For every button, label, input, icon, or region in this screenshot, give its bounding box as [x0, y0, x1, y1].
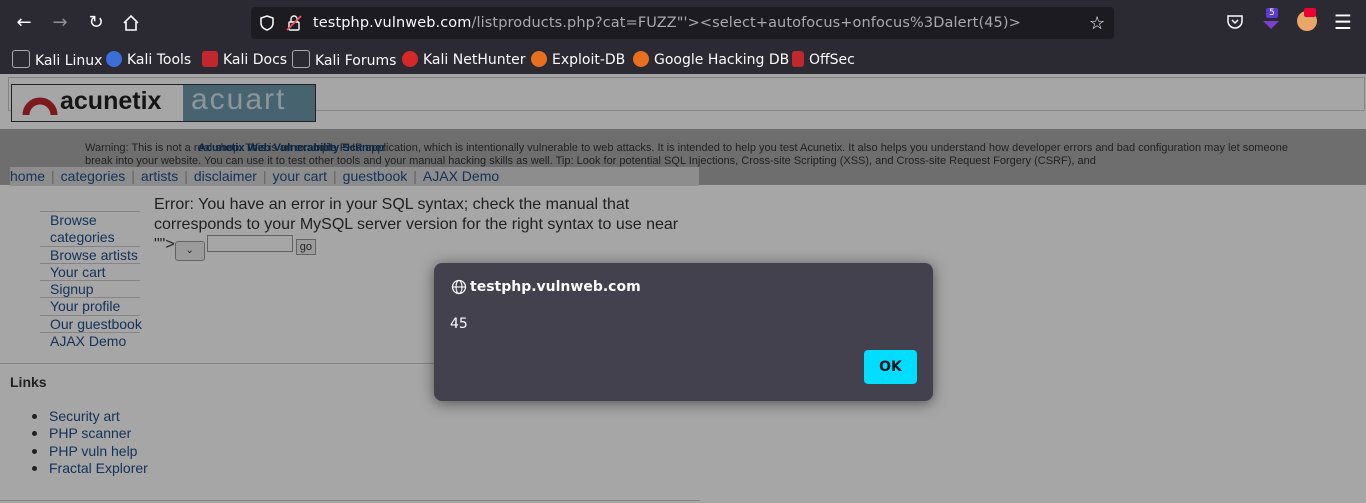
ok-button[interactable]: OK	[864, 350, 917, 384]
nethunter-icon	[402, 51, 418, 67]
bookmark-exploit-db[interactable]: Exploit-DB	[531, 50, 625, 70]
kali-dragon-icon	[12, 50, 30, 68]
browser-toolbar: ← → ↻ testphp.vulnweb.com/listproducts.p…	[0, 0, 1366, 46]
forward-arrow-icon[interactable]: →	[47, 10, 73, 36]
bookmarks-bar: Kali Linux Kali Tools Kali Docs Kali For…	[0, 46, 1366, 74]
offsec-icon	[792, 51, 804, 67]
globe-icon	[451, 279, 467, 295]
reload-icon[interactable]: ↻	[83, 10, 109, 36]
url-host: testphp.vulnweb.com	[313, 15, 472, 31]
url-text[interactable]: testphp.vulnweb.com/listproducts.php?cat…	[313, 7, 1021, 39]
kali-docs-icon	[202, 51, 218, 67]
bookmark-label: Kali Docs	[223, 52, 288, 68]
extension-download-icon[interactable]: 5	[1260, 8, 1282, 34]
bookmark-star-icon[interactable]: ☆	[1089, 13, 1105, 34]
bookmark-kali-nethunter[interactable]: Kali NetHunter	[402, 50, 525, 70]
url-path: /listproducts.php?cat=FUZZ"'><select+aut…	[471, 15, 1021, 31]
dialog-message: 45	[450, 316, 468, 332]
bookmark-kali-linux[interactable]: Kali Linux	[12, 50, 102, 70]
bookmark-kali-forums[interactable]: Kali Forums	[292, 50, 396, 70]
shield-icon[interactable]	[258, 14, 276, 36]
bookmark-label: Kali Linux	[35, 53, 103, 69]
exploit-db-icon	[531, 51, 547, 67]
bookmark-label: OffSec	[809, 52, 855, 68]
extension-red-badge	[1304, 8, 1316, 17]
ghdb-icon	[633, 51, 649, 67]
menu-hamburger-icon[interactable]: ☰	[1334, 10, 1352, 34]
kali-forums-icon	[292, 50, 310, 68]
bookmark-label: Kali Tools	[127, 52, 192, 68]
back-arrow-icon[interactable]: ←	[11, 10, 37, 36]
bookmark-google-hacking-db[interactable]: Google Hacking DB	[633, 50, 789, 70]
bookmark-offsec[interactable]: OffSec	[792, 50, 855, 70]
bookmark-label: Kali Forums	[315, 53, 397, 69]
url-bar[interactable]: testphp.vulnweb.com/listproducts.php?cat…	[251, 7, 1114, 39]
pocket-icon[interactable]	[1226, 13, 1244, 35]
home-icon[interactable]	[118, 10, 144, 36]
bookmark-label: Exploit-DB	[552, 52, 626, 68]
dialog-origin: testphp.vulnweb.com	[470, 279, 641, 295]
insecure-lock-icon[interactable]	[285, 14, 303, 36]
bookmark-label: Google Hacking DB	[654, 52, 790, 68]
extension-badge: 5	[1266, 8, 1278, 18]
bookmark-kali-docs[interactable]: Kali Docs	[202, 50, 287, 70]
alert-dialog: testphp.vulnweb.com 45 OK	[434, 263, 933, 401]
kali-tools-icon	[106, 51, 122, 67]
bookmark-label: Kali NetHunter	[423, 52, 526, 68]
bookmark-kali-tools[interactable]: Kali Tools	[106, 50, 191, 70]
